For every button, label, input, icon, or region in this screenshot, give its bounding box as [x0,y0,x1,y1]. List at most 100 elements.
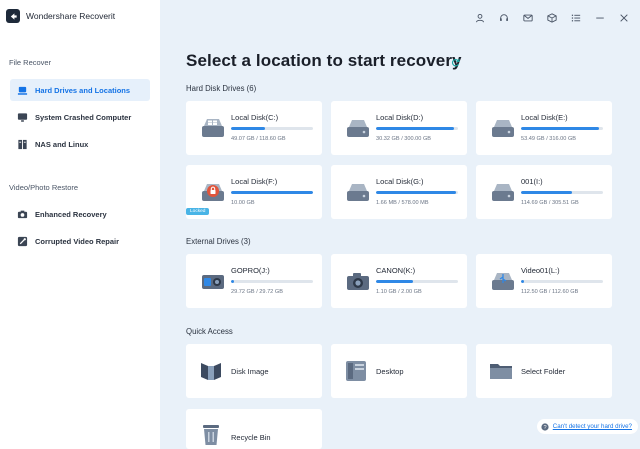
svg-text:?: ? [543,424,546,430]
drive-card-d[interactable]: Local Disk(D:) 30.32 GB / 300.00 GB [331,101,467,155]
hard-drive-icon [347,120,369,137]
sidebar-item-label: Hard Drives and Locations [35,85,131,95]
mail-icon[interactable] [521,11,534,24]
camera-icon [347,273,369,290]
video-repair-icon [17,236,28,247]
drive-usage-fill [376,280,413,283]
sidebar-item-nas-linux[interactable]: NAS and Linux [10,133,150,155]
drive-name: Local Disk(C:) [231,113,279,122]
sidebar: Wondershare Recoverit File Recover Hard … [0,0,160,449]
drive-usage-bar [231,127,313,130]
drive-card-l[interactable]: Video01(L:) 112.50 GB / 112.60 GB [476,254,612,308]
hard-drive-icon [492,120,514,137]
drive-name: Video01(L:) [521,266,560,275]
drive-name: 001(I:) [521,177,543,186]
refresh-icon[interactable] [451,58,460,67]
box-icon[interactable] [545,11,558,24]
drive-usage-bar [376,191,458,194]
quick-disk-image[interactable]: Disk Image [186,344,322,398]
drive-size: 1.66 MB / 578.00 MB [376,200,429,206]
drive-name: Local Disk(E:) [521,113,568,122]
drive-name: Local Disk(D:) [376,113,424,122]
quick-access-label: Quick Access [186,327,233,336]
sidebar-item-system-crashed[interactable]: System Crashed Computer [10,106,150,128]
drive-size: 112.50 GB / 112.60 GB [521,289,579,295]
locked-drive-icon [202,184,224,201]
close-icon[interactable] [617,11,630,24]
sidebar-item-label: System Crashed Computer [35,112,132,122]
quick-access-name: Recycle Bin [231,433,271,442]
quick-select-folder[interactable]: Select Folder [476,344,612,398]
drive-usage-bar [376,127,458,130]
drive-usage-fill [231,191,313,194]
drive-name: Local Disk(G:) [376,177,424,186]
recoverit-logo-icon [6,9,20,23]
sidebar-item-video-repair[interactable]: Corrupted Video Repair [10,230,150,252]
recycle-bin-icon [203,425,219,445]
drive-usage-fill [521,191,572,194]
quick-recycle-bin[interactable]: Recycle Bin [186,409,322,449]
sidebar-item-hard-drives[interactable]: Hard Drives and Locations [10,79,150,101]
list-icon[interactable] [569,11,582,24]
sidebar-item-label: Corrupted Video Repair [35,236,120,246]
minimize-icon[interactable] [593,11,606,24]
drive-usage-bar [521,280,603,283]
monitor-icon [17,112,28,123]
drive-card-c[interactable]: Local Disk(C:) 49.07 GB / 118.60 GB [186,101,322,155]
drive-usage-fill [521,280,525,283]
quick-access-name: Disk Image [231,367,269,376]
drive-size: 53.49 GB / 316.00 GB [521,136,577,142]
drive-card-g[interactable]: Local Disk(G:) 1.66 MB / 578.00 MB [331,165,467,219]
action-camera-icon [202,275,224,289]
windows-drive-icon [202,119,224,137]
hard-drive-icon [347,184,369,201]
sidebar-item-label: NAS and Linux [35,139,89,149]
drive-usage-bar [376,280,458,283]
drive-card-i[interactable]: 001(I:) 114.69 GB / 305.51 GB [476,165,612,219]
quick-desktop[interactable]: Desktop [331,344,467,398]
drive-size: 29.72 GB / 29.72 GB [231,289,283,295]
window-toolbar [473,11,630,24]
quick-access-name: Desktop [376,367,404,376]
drive-usage-bar [231,191,313,194]
app-title: Wondershare Recoverit [6,9,115,23]
drive-size: 114.69 GB / 305.51 GB [521,200,579,206]
drive-name: GOPRO(J:) [231,266,270,275]
folder-icon [490,364,512,379]
drive-card-e[interactable]: Local Disk(E:) 53.49 GB / 316.00 GB [476,101,612,155]
drive-size: 30.32 GB / 300.00 GB [376,136,432,142]
drive-usage-bar [521,127,603,130]
drive-card-k[interactable]: CANON(K:) 1.10 GB / 2.00 GB [331,254,467,308]
quick-access-name: Select Folder [521,367,566,376]
nas-icon [17,139,28,150]
hard-drive-icon [17,85,28,96]
app-name: Wondershare Recoverit [26,11,116,21]
drive-usage-fill [376,191,457,194]
help-link-text: Can't detect your hard drive? [552,423,632,430]
drive-card-f[interactable]: Local Disk(F:) 10.00 GB Locked [186,165,322,219]
cant-detect-drive-link[interactable]: ? Can't detect your hard drive? [536,419,638,434]
drive-usage-fill [521,127,599,130]
drive-name: Local Disk(F:) [231,177,278,186]
help-icon: ? [541,422,549,430]
headset-icon[interactable] [497,11,510,24]
drive-size: 49.07 GB / 118.60 GB [231,136,286,142]
sidebar-item-label: Enhanced Recovery [35,209,107,219]
hard-drive-icon [492,184,514,201]
desktop-icon [346,361,366,381]
locked-badge: Locked [186,208,210,215]
disk-image-icon [201,363,221,380]
user-icon[interactable] [473,11,486,24]
drive-card-j[interactable]: GOPRO(J:) 29.72 GB / 29.72 GB [186,254,322,308]
drive-usage-bar [521,191,603,194]
section-video-photo: Video/Photo Restore [9,183,79,192]
sidebar-item-enhanced-recovery[interactable]: Enhanced Recovery [10,203,150,225]
drive-name: CANON(K:) [376,266,416,275]
drive-size: 1.10 GB / 2.00 GB [376,289,422,295]
drive-usage-fill [376,127,454,130]
drive-size: 10.00 GB [231,200,255,206]
drive-usage-bar [231,280,313,283]
drive-usage-fill [231,127,265,130]
page-title: Select a location to start recovery [186,51,462,70]
usb-drive-icon [492,273,514,290]
